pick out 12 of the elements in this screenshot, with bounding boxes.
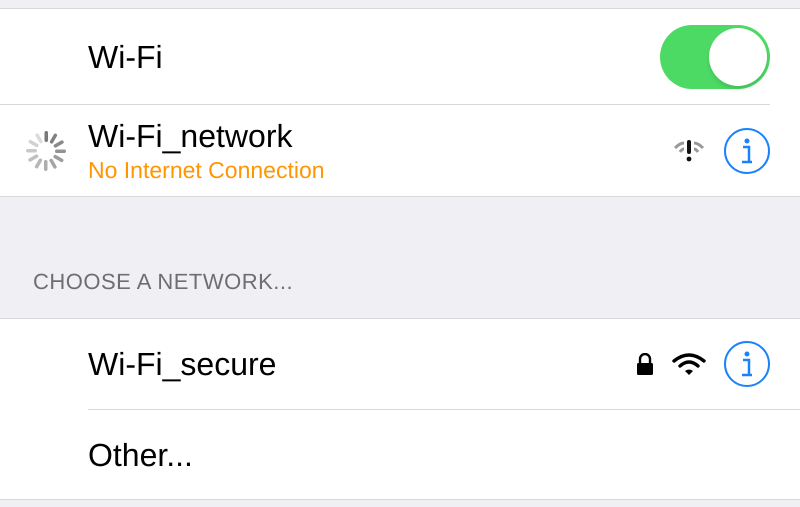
wifi-alert-icon — [672, 138, 706, 162]
info-button[interactable] — [724, 341, 770, 387]
network-name[interactable]: Other... — [88, 430, 770, 478]
section-header: CHOOSE A NETWORK... — [33, 268, 294, 296]
info-button[interactable] — [724, 128, 770, 174]
network-status: No Internet Connection — [88, 156, 326, 184]
wifi-icon — [672, 352, 706, 376]
network-name[interactable]: Wi-Fi_secure — [88, 340, 636, 388]
info-icon — [740, 136, 754, 164]
setting-label: Wi-Fi — [88, 38, 164, 76]
network-name: Wi-Fi_network — [88, 116, 294, 154]
info-icon — [740, 350, 754, 378]
